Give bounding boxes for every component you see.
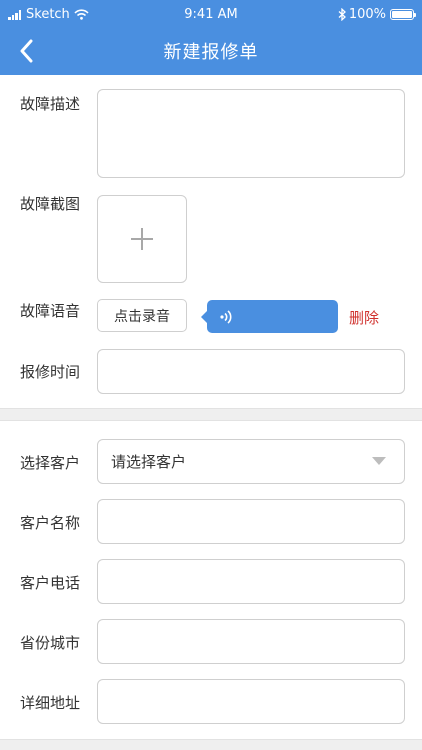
plus-icon	[131, 228, 153, 250]
customer-phone-input[interactable]	[97, 559, 405, 604]
page-title: 新建报修单	[163, 42, 259, 63]
select-customer-dropdown[interactable]: 请选择客户	[97, 439, 405, 484]
bottom-divider	[0, 739, 422, 750]
voice-message-bubble[interactable]	[201, 300, 338, 333]
report-time-label: 报修时间	[20, 363, 81, 381]
status-bar: Sketch 9:41 AM 100%	[0, 0, 422, 28]
bluetooth-icon	[338, 8, 346, 21]
fault-description-input[interactable]	[97, 89, 405, 178]
customer-name-label: 客户名称	[20, 514, 81, 532]
fault-description-label: 故障描述	[20, 95, 81, 113]
fault-screenshot-label: 故障截图	[20, 195, 81, 213]
section-divider	[0, 408, 422, 421]
report-time-input[interactable]	[97, 349, 405, 394]
customer-name-input[interactable]	[97, 499, 405, 544]
customer-phone-label: 客户电话	[20, 574, 81, 592]
select-customer-label: 选择客户	[20, 454, 81, 472]
address-input[interactable]	[97, 679, 405, 724]
province-city-label: 省份城市	[20, 634, 81, 652]
delete-voice-link[interactable]: 删除	[349, 307, 379, 328]
battery-percent: 100%	[348, 7, 386, 22]
voice-wave-icon	[220, 310, 232, 324]
address-label: 详细地址	[20, 694, 81, 712]
status-right: 100%	[338, 7, 416, 22]
record-button[interactable]: 点击录音	[97, 299, 187, 332]
select-customer-placeholder: 请选择客户	[111, 453, 187, 471]
fault-voice-label: 故障语音	[20, 302, 81, 320]
header: Sketch 9:41 AM 100% 新建报修单	[0, 0, 422, 75]
caret-down-icon	[372, 457, 386, 465]
battery-icon	[390, 9, 416, 20]
nav-bar: 新建报修单	[0, 28, 422, 75]
add-screenshot-button[interactable]	[97, 195, 187, 283]
province-city-input[interactable]	[97, 619, 405, 664]
